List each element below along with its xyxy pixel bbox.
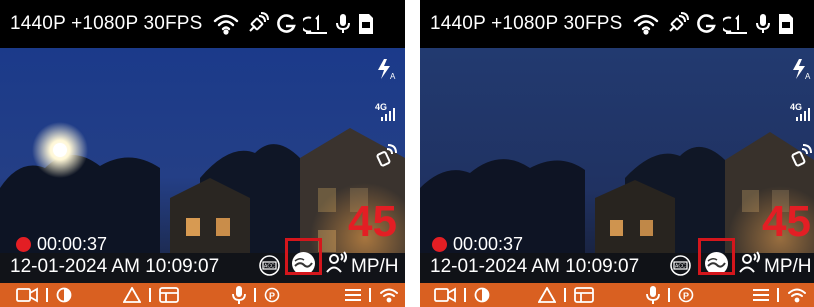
speed-unit: MP/H	[351, 256, 399, 277]
svg-text:P: P	[683, 291, 689, 301]
audio-button-group[interactable]: P	[232, 283, 280, 307]
bottom-control-bar: P	[420, 283, 814, 307]
speed-value: 45	[762, 197, 811, 246]
loop-recording-icon	[722, 13, 749, 35]
parking-icon[interactable]: P	[264, 287, 280, 303]
lens-switch-icon[interactable]	[56, 287, 72, 303]
menu-icon[interactable]	[753, 288, 769, 302]
wifi-button-icon[interactable]	[379, 287, 399, 303]
svg-text:4G: 4G	[790, 102, 802, 112]
date-time-stamp: 12-01-2024 AM 10:09:07	[430, 256, 640, 277]
lens-switch-icon[interactable]	[474, 287, 490, 303]
svg-text:4G: 4G	[375, 102, 387, 112]
dashcam-screen-right: 1440P +1080P 30FPS A 4G 00:00:37 12-01-2…	[420, 0, 814, 307]
microphone-button-icon[interactable]	[646, 286, 660, 304]
record-dot	[432, 237, 447, 252]
recording-time: 00:00:37	[37, 234, 108, 254]
screen-icon[interactable]	[573, 287, 594, 303]
sd-card-icon	[357, 13, 375, 35]
loop-recording-icon	[302, 13, 329, 35]
sd-card-icon	[777, 13, 795, 35]
date-time-stamp: 12-01-2024 AM 10:09:07	[10, 256, 220, 277]
video-camera-icon[interactable]	[434, 287, 456, 303]
speed-unit: MP/H	[764, 256, 812, 277]
selected-icon-highlight	[698, 238, 735, 275]
gps-icon	[375, 144, 397, 173]
record-button-group[interactable]	[16, 283, 72, 307]
svg-text:P: P	[269, 291, 275, 301]
status-icons	[633, 12, 795, 36]
dashcam-screen-left: 1440P +1080P 30FPS A 4G 00:00:37 12-01-2…	[0, 0, 405, 307]
flash-auto-icon: A	[375, 58, 397, 85]
gps-icon	[790, 144, 812, 173]
g-sensor-icon	[695, 13, 717, 35]
gps-satellite-icon	[245, 12, 269, 36]
resolution-label: 1440P +1080P 30FPS	[10, 13, 203, 34]
right-indicator-column: A 4G	[375, 58, 397, 173]
separator	[777, 288, 779, 302]
svg-text:A: A	[805, 72, 811, 80]
resolution-label: 1440P +1080P 30FPS	[430, 13, 623, 34]
wifi-icon	[633, 13, 659, 35]
bottom-control-bar: P	[0, 283, 405, 307]
separator	[564, 288, 566, 302]
separator	[464, 288, 466, 302]
4g-signal-icon: 4G	[790, 101, 812, 128]
record-dot	[16, 237, 31, 252]
4g-signal-icon: 4G	[375, 101, 397, 128]
acc-icon: ACC	[259, 255, 280, 276]
status-icons	[213, 12, 375, 36]
event-button-group[interactable]	[538, 283, 594, 307]
recording-indicator: 00:00:37	[16, 234, 107, 255]
triangle-alert-icon[interactable]	[538, 287, 556, 303]
triangle-alert-icon[interactable]	[123, 287, 141, 303]
right-indicator-column: A 4G	[790, 58, 812, 173]
driver-alert-icon	[325, 250, 349, 274]
menu-button-group[interactable]	[345, 283, 399, 307]
screen-icon[interactable]	[158, 287, 179, 303]
event-button-group[interactable]	[123, 283, 179, 307]
driver-alert-icon	[738, 250, 762, 274]
acc-icon: ACC	[670, 255, 691, 276]
wifi-icon	[213, 13, 239, 35]
separator	[46, 288, 48, 302]
microphone-button-icon[interactable]	[232, 286, 246, 304]
svg-text:ACC: ACC	[264, 264, 275, 270]
menu-button-group[interactable]	[753, 283, 807, 307]
microphone-icon	[335, 13, 351, 35]
separator	[369, 288, 371, 302]
separator	[149, 288, 151, 302]
video-camera-icon[interactable]	[16, 287, 38, 303]
g-sensor-icon	[275, 13, 297, 35]
gps-satellite-icon	[665, 12, 689, 36]
parking-icon[interactable]: P	[678, 287, 694, 303]
record-button-group[interactable]	[434, 283, 490, 307]
svg-text:A: A	[390, 72, 396, 80]
status-bar: 1440P +1080P 30FPS	[420, 0, 814, 48]
svg-text:ACC: ACC	[675, 264, 686, 270]
audio-button-group[interactable]: P	[646, 283, 694, 307]
speed-value: 45	[348, 197, 397, 246]
flash-auto-icon: A	[790, 58, 812, 85]
recording-time: 00:00:37	[453, 234, 524, 254]
wifi-button-icon[interactable]	[787, 287, 807, 303]
menu-icon[interactable]	[345, 288, 361, 302]
status-bar: 1440P +1080P 30FPS	[0, 0, 405, 48]
separator	[668, 288, 670, 302]
separator	[254, 288, 256, 302]
selected-icon-highlight	[285, 238, 322, 275]
microphone-icon	[755, 13, 771, 35]
recording-indicator: 00:00:37	[432, 234, 523, 255]
